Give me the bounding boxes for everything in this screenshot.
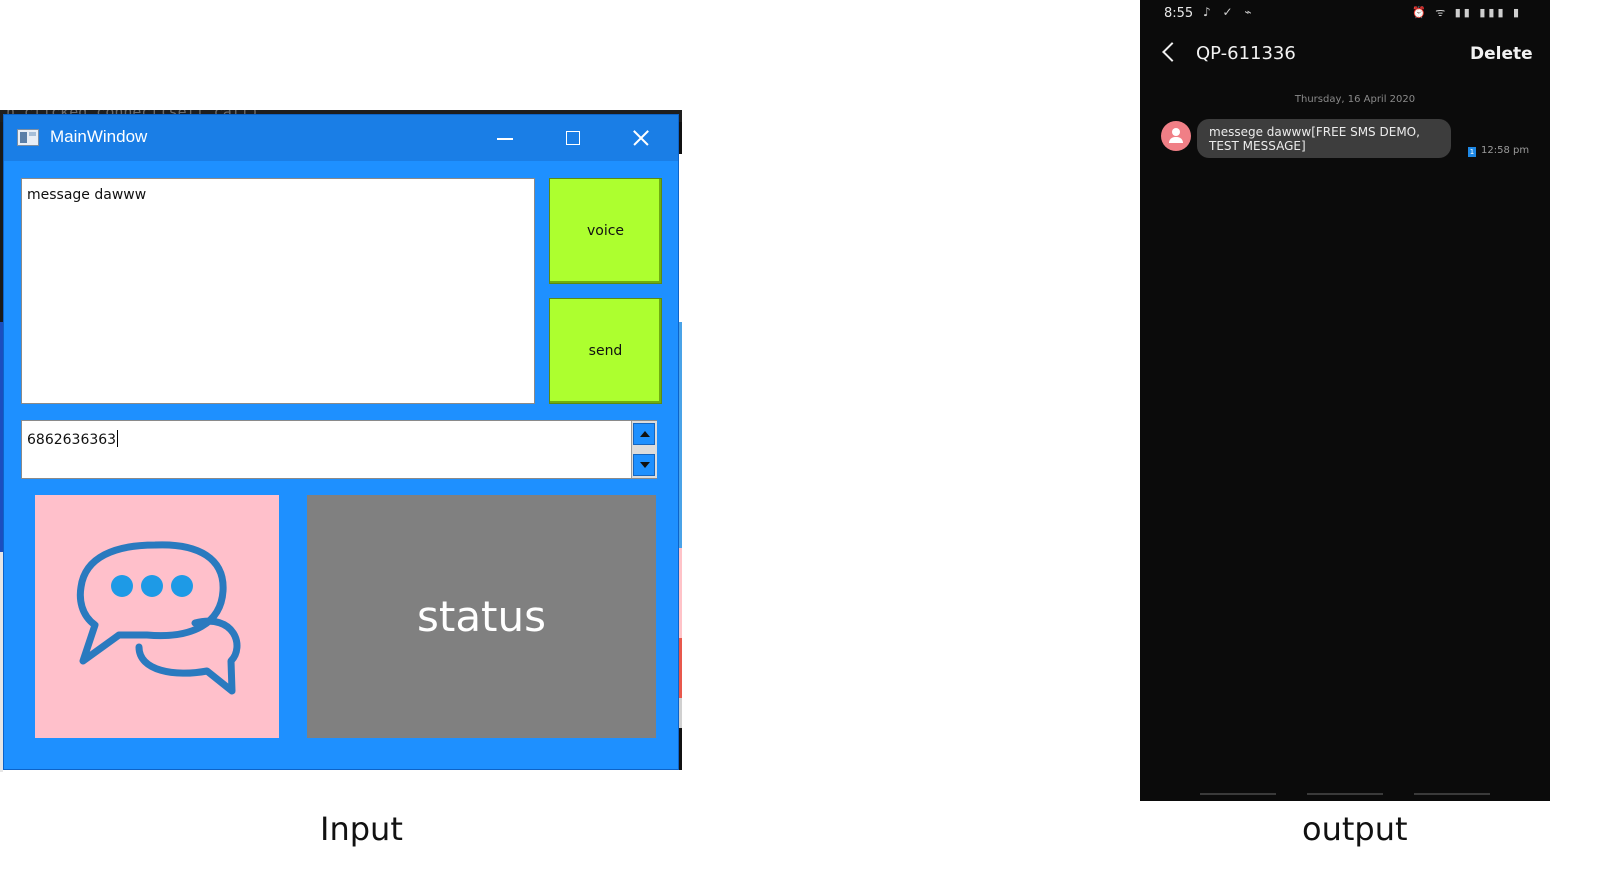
- notification-icons: ♪ ✓ ⌁: [1203, 5, 1256, 19]
- spinbox-arrows: [631, 421, 657, 478]
- phone-messages-screen: 8:55 ♪ ✓ ⌁ ⏰ ᯤ ▮▮ ▮▮▮ ▮ QP-611336 Delete…: [1140, 0, 1550, 801]
- message-bubble[interactable]: messege dawww[FREE SMS DEMO, TEST MESSAG…: [1197, 119, 1451, 158]
- date-separator: Thursday, 16 April 2020: [1294, 94, 1416, 105]
- message-time: 12:58 pm: [1481, 145, 1530, 156]
- send-button[interactable]: send: [549, 298, 662, 404]
- status-label: status: [307, 495, 656, 738]
- nav-bar-segment: [1307, 793, 1383, 795]
- minimize-button[interactable]: [482, 115, 528, 161]
- back-arrow-icon[interactable]: [1162, 42, 1182, 62]
- title-bar[interactable]: MainWindow: [4, 115, 678, 161]
- phone-status-bar: 8:55 ♪ ✓ ⌁ ⏰ ᯤ ▮▮ ▮▮▮ ▮: [1140, 0, 1550, 28]
- close-button[interactable]: [618, 115, 664, 161]
- spin-down-button[interactable]: [633, 454, 655, 476]
- maximize-button[interactable]: [550, 115, 596, 161]
- nav-bar-segment: [1414, 793, 1490, 795]
- voice-button[interactable]: voice: [549, 178, 662, 284]
- nav-bar-segment: [1200, 793, 1276, 795]
- phone-number-input[interactable]: 6862636363: [27, 430, 119, 448]
- phone-number-spinbox[interactable]: 6862636363: [21, 420, 657, 479]
- status-time: 8:55: [1164, 6, 1194, 21]
- spin-up-button[interactable]: [633, 423, 655, 445]
- main-window: MainWindow message dawww voice send 6862…: [3, 114, 679, 770]
- caption-input: Input: [320, 810, 403, 848]
- chat-image: [35, 495, 279, 738]
- window-title: MainWindow: [50, 127, 148, 146]
- message-textarea[interactable]: message dawww: [21, 178, 535, 404]
- contact-name: QP-611336: [1196, 43, 1296, 64]
- app-window-icon: [17, 129, 39, 146]
- delete-button[interactable]: Delete: [1470, 44, 1533, 64]
- signal-battery-icons: ⏰ ᯤ ▮▮ ▮▮▮ ▮: [1412, 6, 1523, 19]
- contact-avatar-icon[interactable]: [1161, 121, 1191, 151]
- sim-badge-icon: 1: [1468, 147, 1476, 157]
- caption-output: output: [1302, 810, 1408, 848]
- chat-bubbles-icon: [76, 541, 241, 695]
- send-button-label: send: [588, 343, 623, 359]
- voice-button-label: voice: [586, 223, 625, 239]
